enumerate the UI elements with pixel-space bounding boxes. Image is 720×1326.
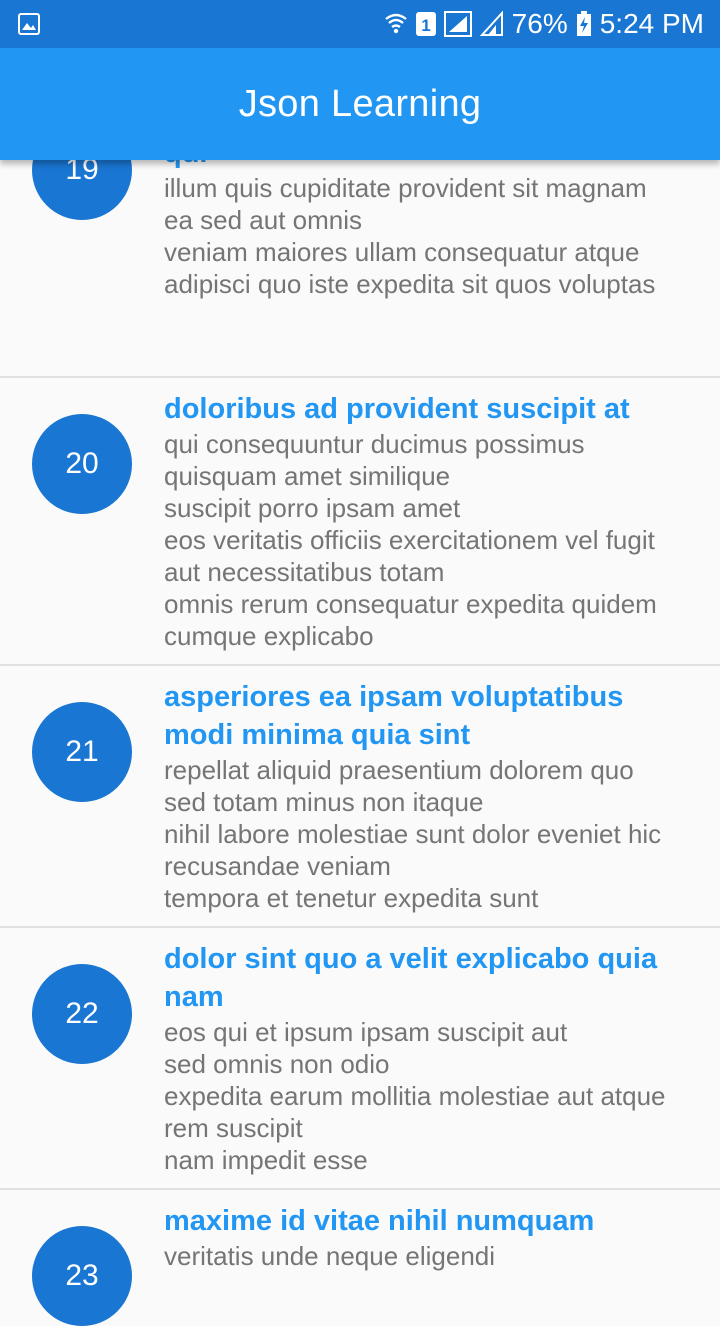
post-title: dolor sint quo a velit explicabo quia na… <box>164 943 658 1013</box>
post-title: asperiores ea ipsam voluptatibus modi mi… <box>164 681 624 751</box>
status-bar-right: 1 76% 5:24 PM <box>384 8 704 40</box>
post-title: doloribus ad provident suscipit at <box>164 393 630 425</box>
post-text: asperiores ea ipsam voluptatibus modi mi… <box>164 678 692 914</box>
signal-strength-icon <box>479 11 504 37</box>
post-id-avatar: 21 <box>32 702 132 802</box>
app-bar: Json Learning <box>0 48 720 160</box>
battery-charging-icon <box>576 11 592 37</box>
post-body: veritatis unde neque eligendi <box>164 1241 496 1271</box>
list-item[interactable]: 23 maxime id vitae nihil numquam veritat… <box>0 1190 720 1326</box>
list-item[interactable]: 21 asperiores ea ipsam voluptatibus modi… <box>0 666 720 928</box>
post-id-avatar: 22 <box>32 964 132 1064</box>
sim-slot-number: 1 <box>421 16 430 35</box>
wifi-icon <box>384 11 408 37</box>
post-text: dolor sint quo a velit explicabo quia na… <box>164 940 692 1176</box>
list-item[interactable]: 20 doloribus ad provident suscipit at qu… <box>0 378 720 666</box>
sim-slot-icon: 1 <box>415 11 436 37</box>
status-bar-left <box>18 13 40 35</box>
post-body: illum quis cupiditate provident sit magn… <box>164 173 656 299</box>
status-bar: 1 76% 5:24 PM <box>0 0 720 48</box>
post-text: maxime id vitae nihil numquam veritatis … <box>164 1202 692 1272</box>
list-item[interactable]: 22 dolor sint quo a velit explicabo quia… <box>0 928 720 1190</box>
app-title: Json Learning <box>238 82 482 125</box>
battery-percent: 76% <box>511 8 568 39</box>
post-text: doloribus ad provident suscipit at qui c… <box>164 390 692 652</box>
post-title: maxime id vitae nihil numquam <box>164 1205 595 1237</box>
post-id-avatar: 20 <box>32 414 132 514</box>
post-body: qui consequuntur ducimus possimus quisqu… <box>164 429 657 651</box>
gallery-notification-icon <box>18 13 40 35</box>
signal-icon <box>443 11 472 37</box>
clock: 5:24 PM <box>599 8 704 39</box>
post-body: eos qui et ipsum ipsam suscipit aut sed … <box>164 1017 666 1175</box>
post-body: repellat aliquid praesentium dolorem quo… <box>164 755 662 913</box>
post-id-avatar: 23 <box>32 1226 132 1326</box>
